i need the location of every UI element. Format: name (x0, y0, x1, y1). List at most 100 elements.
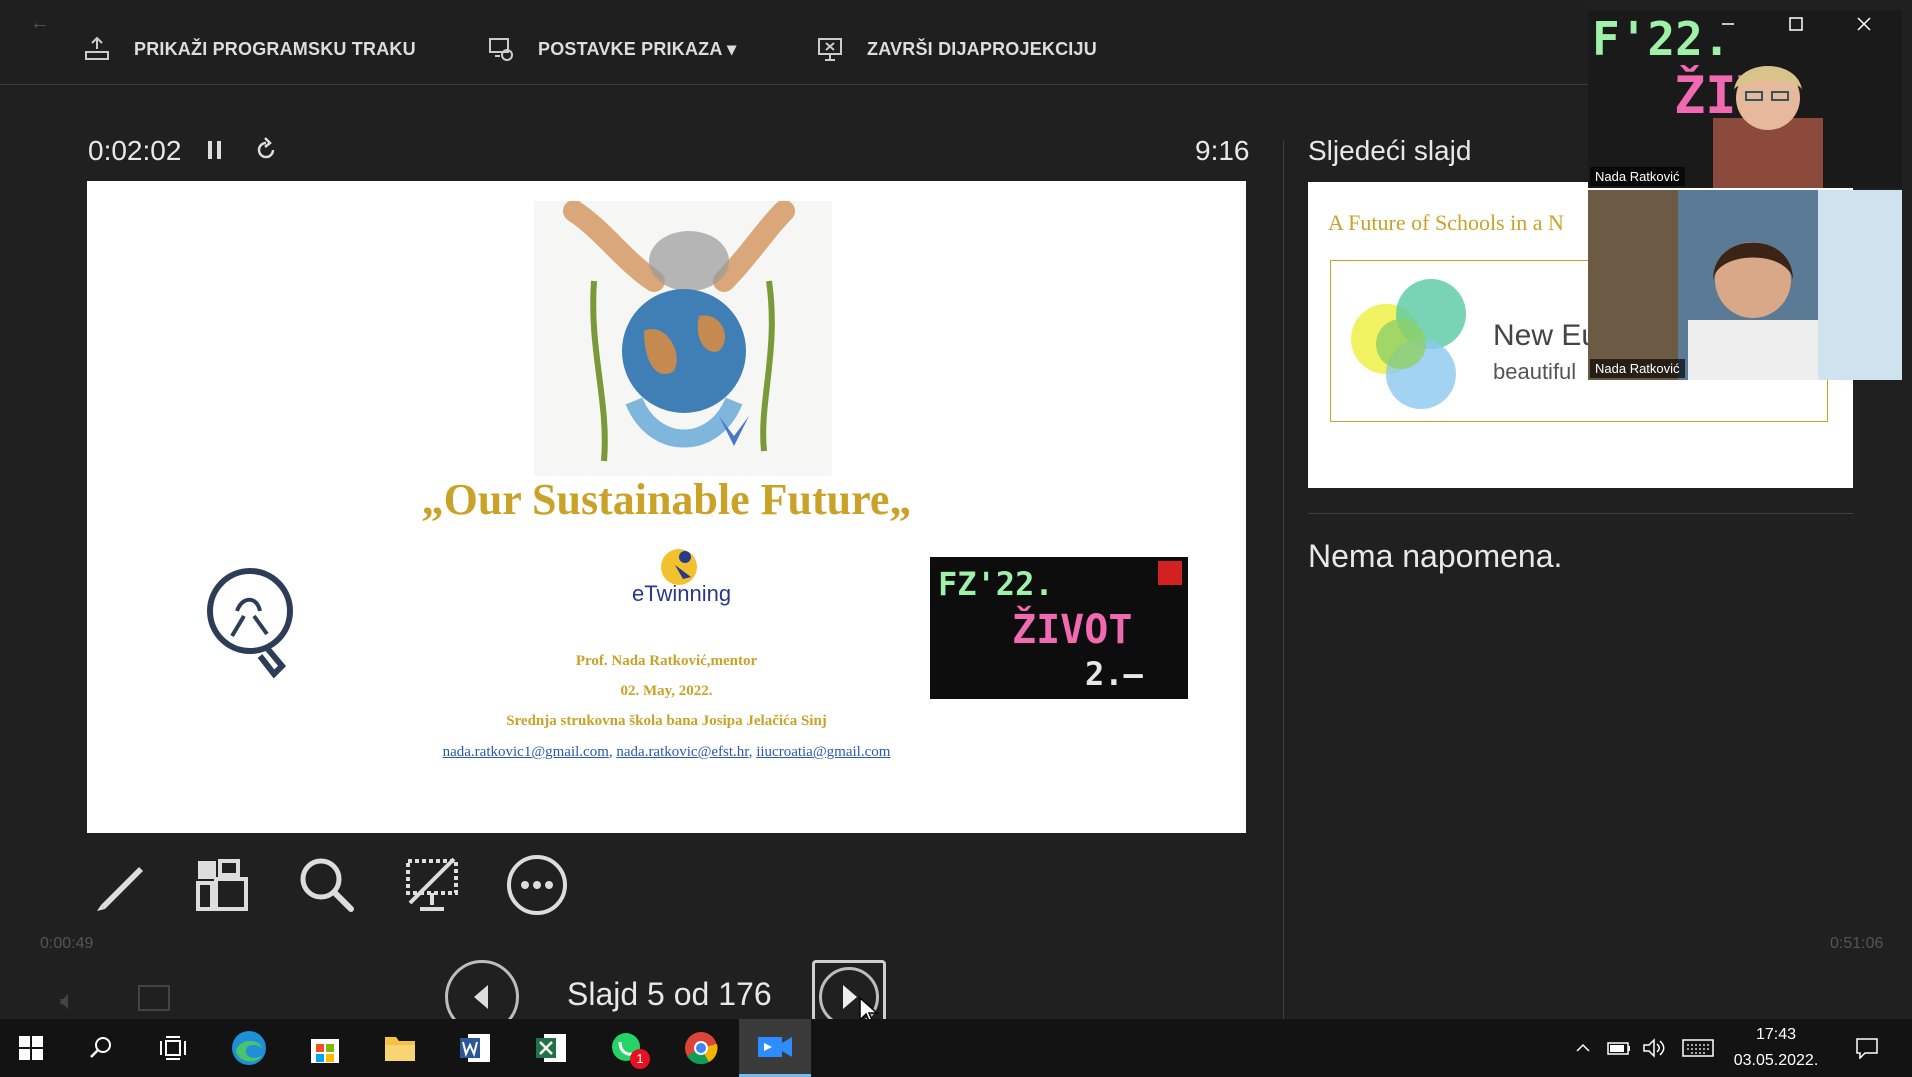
next-slide-label: Sljedeći slajd (1308, 135, 1472, 166)
slide-title: „Our Sustainable Future„ (421, 475, 912, 524)
store-app[interactable] (294, 1019, 356, 1077)
display-settings-button[interactable]: POSTAVKE PRIKAZA ▾ (486, 28, 736, 70)
volume-button[interactable] (1638, 1019, 1670, 1077)
word-app[interactable] (444, 1019, 506, 1077)
excel-icon (536, 1034, 566, 1062)
end-slideshow-button[interactable]: ZAVRŠI DIJAPROJEKCIJU (815, 28, 1097, 70)
slide-counter: Slajd 5 od 176 (567, 976, 772, 1012)
video-tile-2[interactable]: Nada Ratković (1588, 190, 1902, 380)
faint-duration: 0:51:06 (1830, 935, 1884, 952)
taskbar-time: 17:43 (1755, 1026, 1797, 1043)
slide-email-links: nada.ratkovic1@gmail.com, nada.ratkovic@… (442, 744, 891, 760)
elapsed-timer: 0:02:02 (88, 135, 182, 166)
file-explorer-app[interactable] (369, 1019, 431, 1077)
minimize-icon (1722, 23, 1734, 25)
start-button[interactable] (0, 1019, 62, 1077)
email-link-3[interactable]: iiucroatia@gmail.com (756, 744, 890, 760)
poster-line-1: FZ'22. (938, 565, 1054, 603)
slide-author: Prof. Nada Ratković,mentor (575, 653, 758, 669)
notifications-button[interactable] (1842, 1019, 1892, 1077)
grid-icon (196, 859, 248, 911)
battery-icon (1607, 1042, 1630, 1055)
minimize-button[interactable] (1694, 0, 1762, 48)
keyboard-button[interactable] (1678, 1019, 1718, 1077)
zoom-meeting-app[interactable] (739, 1019, 811, 1077)
maximize-button[interactable] (1762, 0, 1830, 48)
subtitles-icon[interactable] (138, 985, 170, 1011)
next-slide-brand: New Eu (1493, 319, 1599, 352)
edge-app[interactable] (218, 1019, 280, 1077)
chevron-left-icon (474, 985, 488, 1009)
display-settings-icon (489, 38, 513, 61)
video-meeting-icon (758, 1036, 792, 1057)
chrome-icon (685, 1032, 718, 1065)
excel-app[interactable] (520, 1019, 582, 1077)
sustainable-earth-illustration (534, 201, 832, 476)
show-taskbar-label: PRIKAŽI PROGRAMSKU TRAKU (134, 38, 416, 59)
slide-school: Srednja strukovna škola bana Josipa Jela… (506, 713, 827, 729)
slide-date: 02. May, 2022. (620, 683, 713, 699)
keyboard-icon (1682, 1039, 1714, 1057)
task-view-icon (160, 1036, 186, 1060)
restart-timer-icon[interactable] (249, 133, 283, 167)
chrome-app[interactable] (670, 1019, 732, 1077)
taskbar-icon (85, 36, 109, 60)
display-settings-label: POSTAVKE PRIKAZA ▾ (538, 38, 737, 59)
volume-icon[interactable]: 🔈︎ (60, 985, 76, 1017)
windows-taskbar: 1 17:43 03.05.2022. (0, 1019, 1912, 1077)
black-screen-button[interactable] (397, 850, 467, 920)
word-icon (460, 1034, 490, 1062)
new-eu-bauhaus-logo (1351, 279, 1466, 409)
end-slideshow-label: ZAVRŠI DIJAPROJEKCIJU (867, 38, 1097, 59)
participant-1-name: Nada Ratković (1590, 167, 1685, 186)
search-button[interactable] (70, 1019, 132, 1077)
end-slideshow-icon (818, 38, 842, 61)
participant-2-avatar (1688, 242, 1818, 380)
edge-icon (232, 1031, 266, 1065)
screen-slash-icon (406, 857, 458, 911)
folder-icon (385, 1037, 415, 1061)
speaker-icon (1643, 1038, 1665, 1058)
pane-divider (1283, 140, 1284, 1020)
windows-logo-icon (19, 1036, 43, 1060)
current-time: 9:16 (1195, 135, 1250, 166)
close-button[interactable] (1830, 0, 1898, 48)
etwinning-label: eTwinning (632, 581, 732, 606)
zoom-button[interactable] (292, 850, 362, 920)
speaker-notes: Nema napomena. (1308, 538, 1563, 574)
poster-line-2: ŽIVOT (1012, 607, 1133, 653)
tray-overflow-button[interactable] (1568, 1019, 1598, 1077)
close-icon (1857, 17, 1871, 31)
whatsapp-app[interactable]: 1 (596, 1019, 658, 1077)
next-slide-heading: A Future of Schools in a N (1328, 210, 1564, 235)
taskbar-date: 03.05.2022. (1733, 1052, 1819, 1069)
show-taskbar-button[interactable]: PRIKAŽI PROGRAMSKU TRAKU (82, 28, 416, 70)
faint-elapsed: 0:00:49 (40, 935, 94, 952)
email-link-1[interactable]: nada.ratkovic1@gmail.com (443, 744, 609, 760)
search-icon (90, 1037, 111, 1058)
chevron-up-icon (1576, 1043, 1590, 1052)
maximize-icon (1789, 17, 1803, 31)
presenter-ribbon: ← PRIKAŽI PROGRAMSKU TRAKU POSTAVKE PRIK… (0, 0, 1590, 85)
current-slide[interactable]: „Our Sustainable Future„ eTwinning FZ'22… (87, 181, 1246, 833)
whatsapp-badge: 1 (630, 1049, 650, 1069)
bookshelf-background (1588, 190, 1678, 380)
notification-icon (1856, 1038, 1878, 1059)
battery-button[interactable] (1602, 1019, 1634, 1077)
participant-1-avatar (1713, 66, 1823, 188)
task-view-button[interactable] (142, 1019, 204, 1077)
more-options-button[interactable] (502, 850, 572, 920)
pause-icon[interactable] (198, 133, 232, 167)
pen-icon (97, 867, 143, 911)
more-icon (507, 855, 567, 915)
back-arrow-icon[interactable]: ← (30, 12, 50, 35)
email-link-2[interactable]: nada.ratkovic@efst.hr (616, 744, 748, 760)
poster-badge-icon (1158, 561, 1182, 585)
see-all-slides-button[interactable] (187, 850, 257, 920)
store-icon (311, 1039, 339, 1063)
magnifier-icon (300, 858, 354, 912)
taskbar-clock[interactable]: 17:43 03.05.2022. (1726, 1019, 1826, 1077)
pen-tool-button[interactable] (86, 850, 156, 920)
festival-poster: FZ'22. ŽIVOT 2.–7.5. (930, 557, 1188, 699)
notes-divider (1308, 513, 1853, 514)
